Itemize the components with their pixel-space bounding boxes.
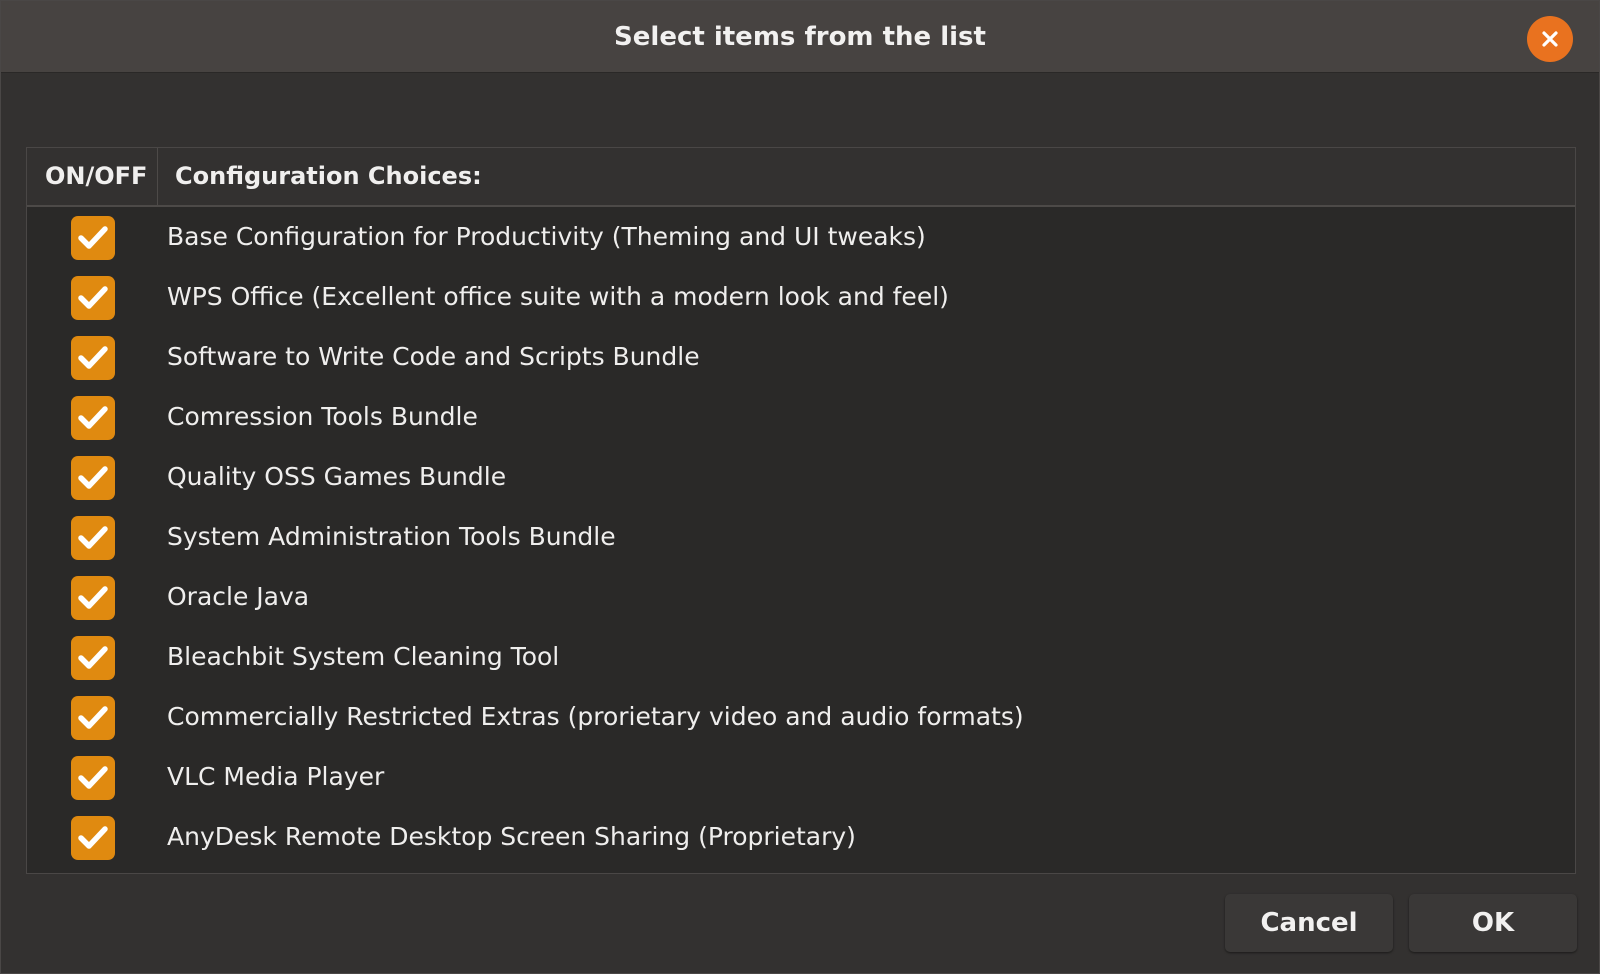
close-icon xyxy=(1542,31,1558,47)
item-checkbox[interactable] xyxy=(71,636,115,680)
item-checkbox[interactable] xyxy=(71,276,115,320)
column-header-onoff[interactable]: ON/OFF xyxy=(45,148,147,205)
item-checkbox[interactable] xyxy=(71,696,115,740)
close-button[interactable] xyxy=(1527,16,1573,62)
list-item[interactable]: Quality OSS Games Bundle xyxy=(27,447,1575,507)
item-label: Oracle Java xyxy=(167,582,310,611)
list-item[interactable]: Oracle Java xyxy=(27,567,1575,627)
checkmark-icon xyxy=(78,706,108,729)
checkmark-icon xyxy=(78,826,108,849)
item-checkbox[interactable] xyxy=(71,816,115,860)
list-item[interactable]: Software to Write Code and Scripts Bundl… xyxy=(27,327,1575,387)
item-checkbox[interactable] xyxy=(71,576,115,620)
checkmark-icon xyxy=(78,346,108,369)
item-label: Quality OSS Games Bundle xyxy=(167,462,507,491)
list-item[interactable]: Comression Tools Bundle xyxy=(27,387,1575,447)
dialog-title: Select items from the list xyxy=(614,22,986,52)
item-checkbox[interactable] xyxy=(71,456,115,500)
checkmark-icon xyxy=(78,226,108,249)
item-label: Bleachbit System Cleaning Tool xyxy=(167,642,560,671)
checkmark-icon xyxy=(78,586,108,609)
cancel-button[interactable]: Cancel xyxy=(1225,894,1393,952)
item-label: WPS Office (Excellent office suite with … xyxy=(167,282,949,311)
checkmark-icon xyxy=(78,286,108,309)
column-header-choices[interactable]: Configuration Choices: xyxy=(175,148,482,205)
list-item[interactable]: Base Configuration for Productivity (The… xyxy=(27,207,1575,267)
checkmark-icon xyxy=(78,766,108,789)
ok-button[interactable]: OK xyxy=(1409,894,1577,952)
dialog-window: Select items from the list ON/OFF Config… xyxy=(0,0,1600,974)
list-item[interactable]: Commercially Restricted Extras (prorieta… xyxy=(27,687,1575,747)
item-label: VLC Media Player xyxy=(167,762,385,791)
item-label: Commercially Restricted Extras (prorieta… xyxy=(167,702,1024,731)
item-label: Base Configuration for Productivity (The… xyxy=(167,222,926,251)
checkmark-icon xyxy=(78,646,108,669)
list-item[interactable]: VLC Media Player xyxy=(27,747,1575,807)
list-rows: Base Configuration for Productivity (The… xyxy=(27,207,1575,867)
item-label: System Administration Tools Bundle xyxy=(167,522,616,551)
list-item[interactable]: Bleachbit System Cleaning Tool xyxy=(27,627,1575,687)
item-label: Comression Tools Bundle xyxy=(167,402,478,431)
list-header: ON/OFF Configuration Choices: xyxy=(27,148,1575,207)
item-checkbox[interactable] xyxy=(71,336,115,380)
title-bar: Select items from the list xyxy=(1,1,1599,73)
list-item[interactable]: AnyDesk Remote Desktop Screen Sharing (P… xyxy=(27,807,1575,867)
list-item[interactable]: System Administration Tools Bundle xyxy=(27,507,1575,567)
config-choices-list: ON/OFF Configuration Choices: Base Confi… xyxy=(26,147,1576,874)
item-checkbox[interactable] xyxy=(71,516,115,560)
checkmark-icon xyxy=(78,466,108,489)
item-checkbox[interactable] xyxy=(71,396,115,440)
item-label: Software to Write Code and Scripts Bundl… xyxy=(167,342,700,371)
checkmark-icon xyxy=(78,526,108,549)
item-label: AnyDesk Remote Desktop Screen Sharing (P… xyxy=(167,822,856,851)
column-divider xyxy=(157,148,158,205)
item-checkbox[interactable] xyxy=(71,756,115,800)
item-checkbox[interactable] xyxy=(71,216,115,260)
list-item[interactable]: WPS Office (Excellent office suite with … xyxy=(27,267,1575,327)
checkmark-icon xyxy=(78,406,108,429)
